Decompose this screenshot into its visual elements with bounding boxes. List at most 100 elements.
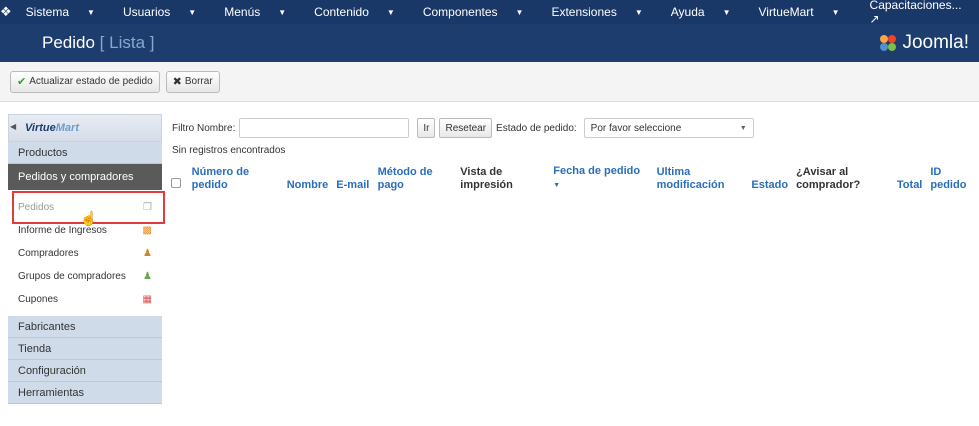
caret-down-icon: ▼ [722, 8, 731, 17]
col-total[interactable]: Total [885, 163, 926, 194]
sidebar-item-label: Herramientas [18, 386, 85, 399]
title-subtext: [ Lista ] [99, 33, 155, 52]
sidebar-item-herramientas[interactable]: Herramientas [8, 382, 162, 404]
caret-down-icon: ▼ [188, 8, 197, 17]
caret-down-icon: ▼ [386, 8, 395, 17]
collapse-sidebar-icon[interactable]: ◀ [10, 122, 16, 131]
sidebar-item-configuracion[interactable]: Configuración [8, 360, 162, 382]
caret-down-icon: ▼ [634, 8, 643, 17]
menu-label: Componentes [422, 5, 498, 19]
site-link[interactable]: Capacitaciones... ↗ [854, 0, 978, 26]
top-navbar: ❖ Sistema ▼ Usuarios ▼ Menús ▼ Contenido ▼ C… [0, 0, 979, 26]
sidebar-item-label: Productos [18, 146, 68, 159]
sidebar: ◀ VirtueMart Productos Pedidos y comprad… [8, 114, 162, 426]
reset-label: Resetear [445, 122, 487, 134]
col-name[interactable]: Nombre [281, 163, 333, 194]
toolbar: ✔ Actualizar estado de pedido ✖ Borrar [0, 62, 979, 102]
go-label: Ir [423, 122, 430, 134]
gift-icon: ▦ [142, 294, 152, 305]
order-status-select[interactable]: Por favor seleccione ▼ [583, 118, 754, 138]
order-status-value: Por favor seleccione [590, 122, 682, 134]
chevron-down-icon: ▼ [739, 124, 747, 132]
main-content: Filtro Nombre: Ir Resetear Estado de ped… [171, 114, 972, 194]
col-last-modified[interactable]: Ultima modificación [653, 163, 746, 194]
navbar-right: Capacitaciones... ↗ ⚙▼ [854, 0, 979, 26]
joomla-logo-text: Joomla! [902, 32, 969, 53]
sidebar-subitem-label: Grupos de compradores [18, 271, 126, 282]
user-group-icon: ♟ [143, 271, 152, 282]
menu-menus[interactable]: Menús ▼ [210, 5, 300, 19]
virtuemart-logo-text: VirtueMart [25, 122, 79, 134]
menu-label: Extensiones [551, 5, 617, 19]
users-icon: ♟ [143, 248, 152, 259]
menu-componentes[interactable]: Componentes ▼ [409, 5, 538, 19]
sidebar-subitem-label: Cupones [18, 294, 59, 305]
caret-down-icon: ▼ [831, 8, 840, 17]
sidebar-subitem-compradores[interactable]: Compradores ♟ [8, 242, 162, 265]
sidebar-item-label: Fabricantes [18, 320, 76, 333]
menu-virtuemart[interactable]: VirtueMart ▼ [744, 5, 853, 19]
col-order-date[interactable]: Fecha de pedido ▼ [549, 163, 652, 194]
sidebar-item-pedidos-compradores[interactable]: Pedidos y compradores [8, 164, 162, 190]
sidebar-subitem-cupones[interactable]: Cupones ▦ [8, 288, 162, 311]
sidebar-item-label: Pedidos y compradores [18, 171, 134, 183]
select-all-checkbox[interactable] [171, 178, 181, 188]
col-order-id[interactable]: ID pedido [926, 163, 972, 194]
no-records-message: Sin registros encontrados [172, 145, 286, 156]
reset-button[interactable]: Resetear [439, 118, 493, 138]
menu-label: Usuarios [122, 5, 171, 19]
sidebar-item-label: Configuración [18, 364, 86, 377]
sidebar-subitem-label: Compradores [18, 248, 79, 259]
order-status-label: Estado de pedido: [496, 122, 577, 134]
page-header: Pedido [ Lista ] Joomla! [0, 24, 979, 62]
menu-usuarios[interactable]: Usuarios ▼ [109, 5, 210, 19]
virtuemart-logo: ◀ VirtueMart [8, 114, 162, 142]
col-order-number[interactable]: Número de pedido [188, 163, 281, 194]
sidebar-subitem-grupos-compradores[interactable]: Grupos de compradores ♟ [8, 265, 162, 288]
close-icon: ✖ [172, 76, 182, 88]
update-status-label: Actualizar estado de pedido [29, 76, 153, 87]
col-print-view: Vista de impresión [460, 166, 513, 191]
filter-bar: Filtro Nombre: Ir Resetear Estado de ped… [172, 114, 972, 142]
check-icon: ✔ [17, 76, 27, 88]
col-order-date-label: Fecha de pedido [553, 165, 641, 177]
main-menu: Sistema ▼ Usuarios ▼ Menús ▼ Contenido ▼ Com… [12, 5, 854, 19]
menu-sistema[interactable]: Sistema ▼ [12, 5, 109, 19]
sidebar-item-productos[interactable]: Productos [8, 142, 162, 164]
col-status[interactable]: Estado [746, 163, 792, 194]
caret-down-icon: ▼ [278, 8, 287, 17]
joomla-logo: Joomla! [878, 32, 969, 54]
col-notify-buyer: ¿Avisar al comprador? [796, 166, 861, 191]
table-header-row: Número de pedido Nombre E-mail Método de… [167, 163, 972, 194]
menu-label: Ayuda [670, 5, 705, 19]
go-button[interactable]: Ir [417, 118, 436, 138]
col-payment-method[interactable]: Método de pago [374, 163, 457, 194]
sidebar-item-fabricantes[interactable]: Fabricantes [8, 316, 162, 338]
joomla-logo-icon [880, 35, 897, 51]
col-email[interactable]: E-mail [332, 163, 373, 194]
menu-extensiones[interactable]: Extensiones ▼ [537, 5, 656, 19]
hand-cursor-icon: ☝ [80, 210, 98, 226]
caret-down-icon: ▼ [87, 8, 95, 17]
update-status-button[interactable]: ✔ Actualizar estado de pedido [10, 70, 160, 93]
logo-text-b: Mart [55, 122, 79, 134]
orders-table: Número de pedido Nombre E-mail Método de… [167, 163, 972, 194]
menu-contenido[interactable]: Contenido ▼ [300, 5, 409, 19]
filter-name-input[interactable] [239, 118, 410, 138]
menu-ayuda[interactable]: Ayuda ▼ [657, 5, 745, 19]
sidebar-item-label: Tienda [18, 342, 52, 355]
delete-label: Borrar [184, 76, 213, 87]
filter-name-label: Filtro Nombre: [172, 122, 236, 134]
joomla-icon[interactable]: ❖ [0, 4, 12, 20]
delete-button[interactable]: ✖ Borrar [165, 70, 220, 93]
menu-label: Sistema [25, 5, 70, 19]
logo-text-a: Virtue [25, 122, 56, 134]
page-title: Pedido [ Lista ] [42, 33, 154, 53]
title-text: Pedido [42, 33, 95, 52]
sort-desc-icon: ▼ [553, 182, 561, 189]
sidebar-item-tienda[interactable]: Tienda [8, 338, 162, 360]
menu-label: Contenido [314, 5, 369, 19]
menu-label: VirtueMart [758, 5, 814, 19]
bar-chart-icon: ▩ [142, 225, 152, 236]
site-link-label: Capacitaciones... [869, 0, 962, 12]
